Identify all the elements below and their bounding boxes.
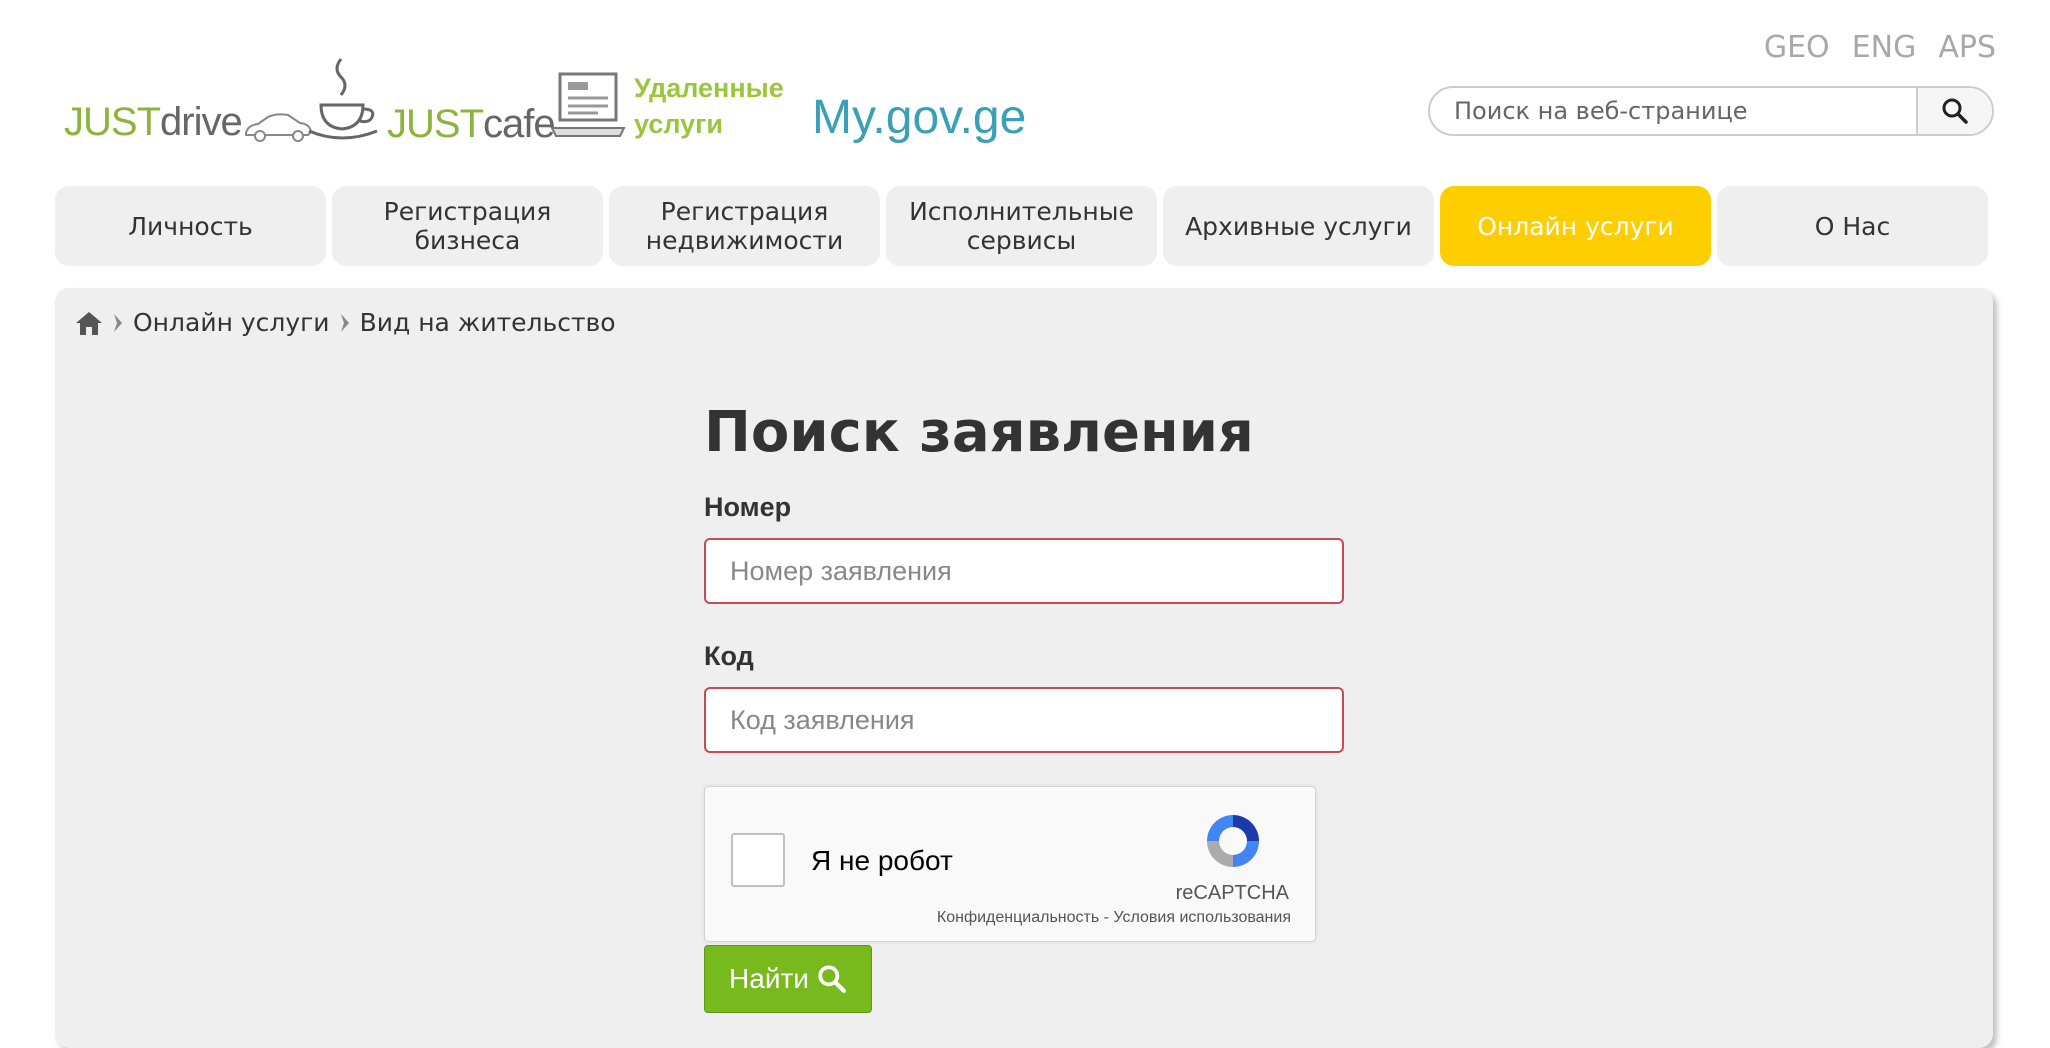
remote-services-text: Удаленные услуги <box>634 70 784 142</box>
recaptcha-logo-icon <box>1207 815 1259 867</box>
remote-services-logo[interactable]: Удаленные услуги <box>550 70 784 142</box>
recaptcha-brand: reCAPTCHA <box>1175 882 1289 904</box>
nav-item-about[interactable]: О Нас <box>1717 186 1988 266</box>
application-number-input[interactable] <box>704 538 1344 604</box>
find-button-label: Найти <box>729 963 809 994</box>
home-icon[interactable] <box>75 310 103 336</box>
nav-item-property-registration[interactable]: Регистрация недвижимости <box>609 186 880 266</box>
application-code-input[interactable] <box>704 687 1344 753</box>
nav-item-identity[interactable]: Личность <box>55 186 326 266</box>
justdrive-logo[interactable]: JUST drive <box>64 100 314 145</box>
remote-services-line2: услуги <box>634 109 724 139</box>
justcafe-logo[interactable]: JUST cafe <box>305 55 556 147</box>
breadcrumb-residence-permit: Вид на жительство <box>359 308 616 337</box>
search-button[interactable] <box>1916 88 1992 134</box>
recaptcha-links: Конфиденциальность - Условия использован… <box>937 909 1291 927</box>
recaptcha-checkbox[interactable] <box>731 833 785 887</box>
justdrive-logo-just: JUST <box>64 100 161 144</box>
search-input[interactable] <box>1430 88 1916 134</box>
site-search <box>1428 86 1994 136</box>
recaptcha-label: Я не робот <box>811 845 953 876</box>
lang-eng[interactable]: ENG <box>1852 30 1917 65</box>
lang-aps[interactable]: APS <box>1938 30 1996 65</box>
recaptcha-terms-link[interactable]: Условия использования <box>1113 909 1291 926</box>
justdrive-logo-drive: drive <box>160 100 243 144</box>
lang-geo[interactable]: GEO <box>1764 30 1830 65</box>
car-icon <box>244 113 312 142</box>
find-button[interactable]: Найти <box>704 945 872 1013</box>
page-title: Поиск заявления <box>704 400 1254 465</box>
chevron-right-icon <box>114 313 122 332</box>
recaptcha-privacy-link[interactable]: Конфиденциальность <box>937 909 1099 926</box>
breadcrumb-online-services[interactable]: Онлайн услуги <box>133 308 330 337</box>
chevron-right-icon <box>340 313 349 332</box>
nav-item-executive-services[interactable]: Исполнительные сервисы <box>886 186 1157 266</box>
code-label: Код <box>704 641 754 671</box>
main-nav: Личность Регистрация бизнеса Регистрация… <box>55 186 1988 266</box>
nav-item-business-registration[interactable]: Регистрация бизнеса <box>332 186 603 266</box>
nav-item-archive-services[interactable]: Архивные услуги <box>1163 186 1434 266</box>
recaptcha-links-separator: - <box>1099 909 1114 926</box>
laptop-icon <box>550 72 626 137</box>
search-icon <box>818 965 846 993</box>
language-switcher: GEO ENG APS <box>1764 30 1996 65</box>
justcafe-logo-just: JUST <box>387 102 484 146</box>
justcafe-logo-cafe: cafe <box>483 102 556 146</box>
mygov-logo[interactable]: My.gov.ge <box>812 90 1026 145</box>
coffee-cup-icon <box>308 58 378 140</box>
remote-services-line1: Удаленные <box>634 73 784 103</box>
nav-item-online-services[interactable]: Онлайн услуги <box>1440 186 1711 266</box>
breadcrumb: Онлайн услуги Вид на жительство <box>75 308 616 337</box>
recaptcha-widget: Я не робот reCAPTCHA Конфиденциальность … <box>704 786 1316 942</box>
number-label: Номер <box>704 492 792 522</box>
search-icon <box>1942 98 1968 124</box>
